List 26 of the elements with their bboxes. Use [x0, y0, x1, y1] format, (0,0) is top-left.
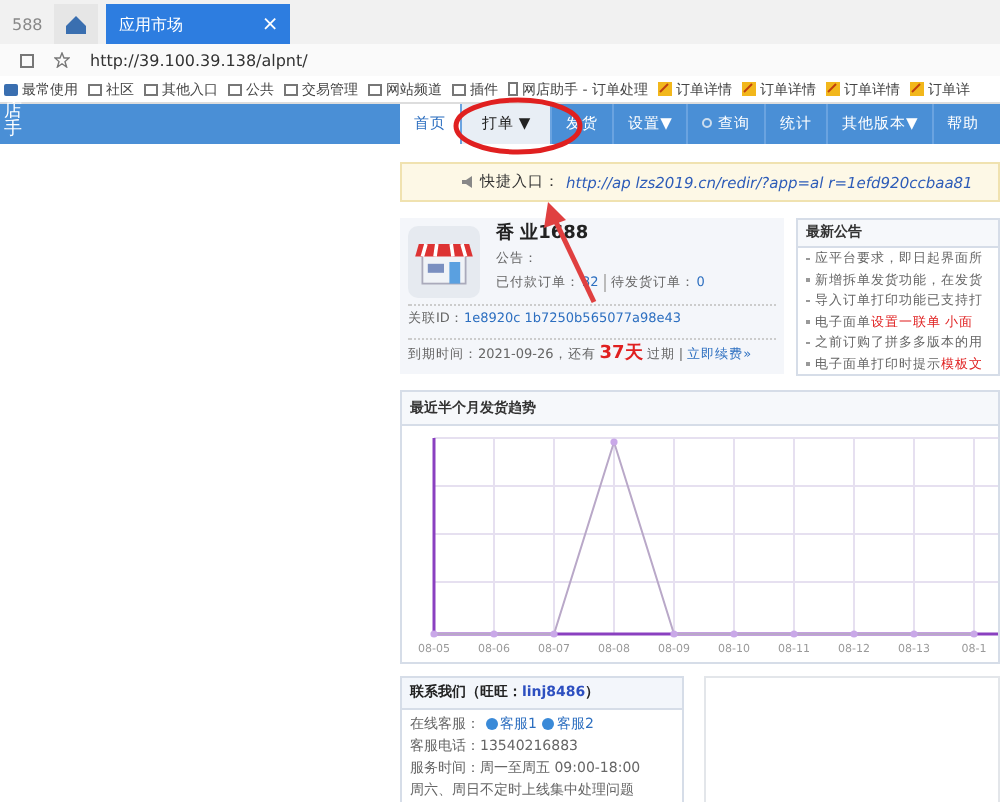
folder-icon [228, 83, 242, 95]
days-left: 37天 [599, 344, 643, 364]
page-icon [508, 82, 518, 96]
home-icon[interactable] [54, 4, 99, 44]
folder-icon [88, 83, 102, 95]
speaker-icon [462, 176, 474, 188]
search-icon [701, 118, 714, 130]
annotation-circle [453, 97, 583, 155]
star-icon[interactable] [54, 52, 70, 68]
folder-icon [368, 83, 382, 95]
page-icon [20, 53, 34, 67]
folder-icon [452, 83, 466, 95]
folder-icon [144, 83, 158, 95]
chat-icon [486, 718, 498, 730]
site-icon [741, 82, 756, 96]
site-icon [909, 82, 924, 96]
folder-icon [284, 83, 298, 95]
logo-text: 店手 [2, 104, 22, 144]
close-button[interactable]: × [261, 13, 279, 35]
address-field[interactable]: http://39.100.39.138/alpnt/ [90, 51, 308, 69]
browser-tab[interactable]: 应用市场 × [106, 4, 291, 44]
site-icon [657, 82, 672, 96]
chat-icon [542, 718, 555, 730]
store-icon [408, 226, 480, 298]
bookmark-icon [4, 83, 18, 95]
site-icon [825, 82, 840, 96]
